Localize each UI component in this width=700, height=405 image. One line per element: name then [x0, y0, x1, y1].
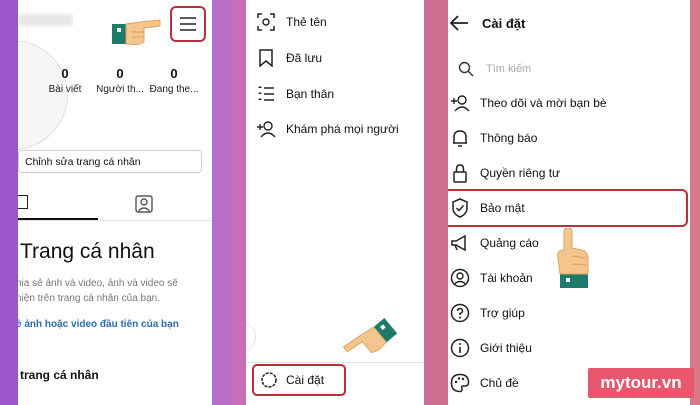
following-label[interactable]: Đang the...: [147, 84, 201, 95]
posts-count: 0: [61, 66, 69, 81]
menu-item-label: Thẻ tên: [286, 15, 327, 29]
pointing-hand-icon: [557, 228, 589, 288]
settings-item-ads[interactable]: Quảng cáo: [450, 229, 539, 257]
info-icon: [450, 338, 470, 358]
settings-item-help[interactable]: Trợ giúp: [450, 299, 525, 327]
menu-item-label: Bạn thân: [286, 87, 335, 101]
search-icon: [458, 61, 474, 77]
bookmark-icon: [259, 49, 273, 67]
settings-item-label: Theo dõi và mời bạn bè: [480, 96, 607, 110]
shield-icon: [452, 198, 468, 218]
add-person-icon: [257, 121, 276, 138]
help-icon: [450, 303, 470, 323]
profile-bottom-text: trang cá nhân: [20, 368, 99, 382]
menu-item-saved[interactable]: Đã lưu: [256, 46, 322, 70]
background-avatar-ghost: [246, 322, 256, 352]
gear-icon: [261, 372, 277, 388]
tagged-person-icon[interactable]: [135, 195, 153, 213]
menu-item-label: Khám phá mọi người: [286, 122, 399, 136]
name-tag-icon: [257, 13, 275, 31]
settings-item-label: Quảng cáo: [480, 236, 539, 250]
posts-label: Bài viết: [48, 84, 82, 95]
side-menu-panel: Thẻ tên Đã lưu Bạn thân Khám phá mọi ngư…: [246, 0, 424, 405]
decorative-strip-left: [0, 0, 18, 405]
profile-panel: 0 Bài viết 0 Người th... 0 Đang the... C…: [18, 0, 212, 405]
settings-item-privacy[interactable]: Quyền riêng tư: [450, 159, 560, 187]
pointing-hand-icon: [112, 19, 161, 46]
settings-item-label: Quyền riêng tư: [480, 166, 561, 180]
settings-item-label: Trợ giúp: [480, 306, 525, 320]
tab-divider: [18, 220, 212, 221]
avatar[interactable]: [18, 40, 68, 150]
close-friends-list-icon: [258, 86, 274, 101]
active-tab-indicator: [18, 218, 98, 220]
back-arrow-icon[interactable]: [448, 12, 470, 34]
blurred-username: [18, 14, 73, 26]
add-person-icon: [451, 95, 470, 112]
hamburger-menu-icon: [180, 17, 196, 31]
settings-item-label: Giới thiệu: [480, 341, 532, 355]
profile-empty-title: Trang cá nhân: [20, 240, 155, 263]
menu-item-label: Đã lưu: [286, 51, 323, 65]
following-count[interactable]: 0: [149, 66, 199, 81]
bell-icon: [453, 130, 467, 147]
decorative-strip-middle-1: [212, 0, 246, 405]
pointing-hand-icon: [342, 318, 398, 353]
decorative-strip-right: [690, 0, 700, 405]
settings-search-input[interactable]: Tìm kiếm: [454, 56, 686, 82]
menu-item-name-tag[interactable]: Thẻ tên: [256, 10, 327, 34]
settings-item-label: Tài khoản: [480, 271, 533, 285]
settings-title: Cài đặt: [482, 16, 526, 31]
megaphone-icon: [451, 234, 466, 252]
lock-icon: [453, 164, 467, 183]
account-circle-icon: [450, 268, 470, 288]
search-placeholder: Tìm kiếm: [486, 63, 532, 75]
menu-item-close-friends[interactable]: Bạn thân: [256, 82, 334, 106]
settings-item-label: Thông báo: [480, 131, 538, 145]
settings-button[interactable]: Cài đặt: [252, 364, 346, 396]
settings-item-security[interactable]: Bảo mật: [450, 194, 525, 222]
settings-item-notifications[interactable]: Thông báo: [450, 124, 537, 152]
share-first-photo-link[interactable]: ẻ ảnh hoặc video đầu tiên của bạn: [18, 319, 179, 330]
profile-empty-description: hia sẻ ảnh và video, ảnh và video sẽ hiệ…: [18, 278, 178, 304]
hamburger-menu-button[interactable]: [170, 6, 206, 42]
edit-profile-button[interactable]: Chỉnh sửa trang cá nhân: [18, 150, 202, 173]
settings-item-label: Chủ đề: [480, 376, 519, 390]
followers-count[interactable]: 0: [95, 66, 145, 81]
palette-icon: [450, 373, 470, 393]
settings-item-label: Bảo mật: [480, 201, 525, 215]
settings-label: Cài đặt: [286, 373, 325, 387]
menu-item-discover-people[interactable]: Khám phá mọi người: [256, 117, 399, 141]
grid-icon[interactable]: [18, 195, 28, 209]
followers-label[interactable]: Người th...: [93, 84, 147, 95]
settings-panel: Cài đặt Tìm kiếm Theo dõi và mời bạn bè …: [448, 0, 690, 405]
settings-item-about[interactable]: Giới thiệu: [450, 334, 532, 362]
settings-item-follow-invite[interactable]: Theo dõi và mời bạn bè: [450, 89, 607, 117]
decorative-strip-middle-2: [424, 0, 448, 405]
watermark-logo: mytour.vn: [588, 368, 694, 398]
settings-item-account[interactable]: Tài khoản: [450, 264, 533, 292]
settings-item-theme[interactable]: Chủ đề: [450, 369, 519, 397]
